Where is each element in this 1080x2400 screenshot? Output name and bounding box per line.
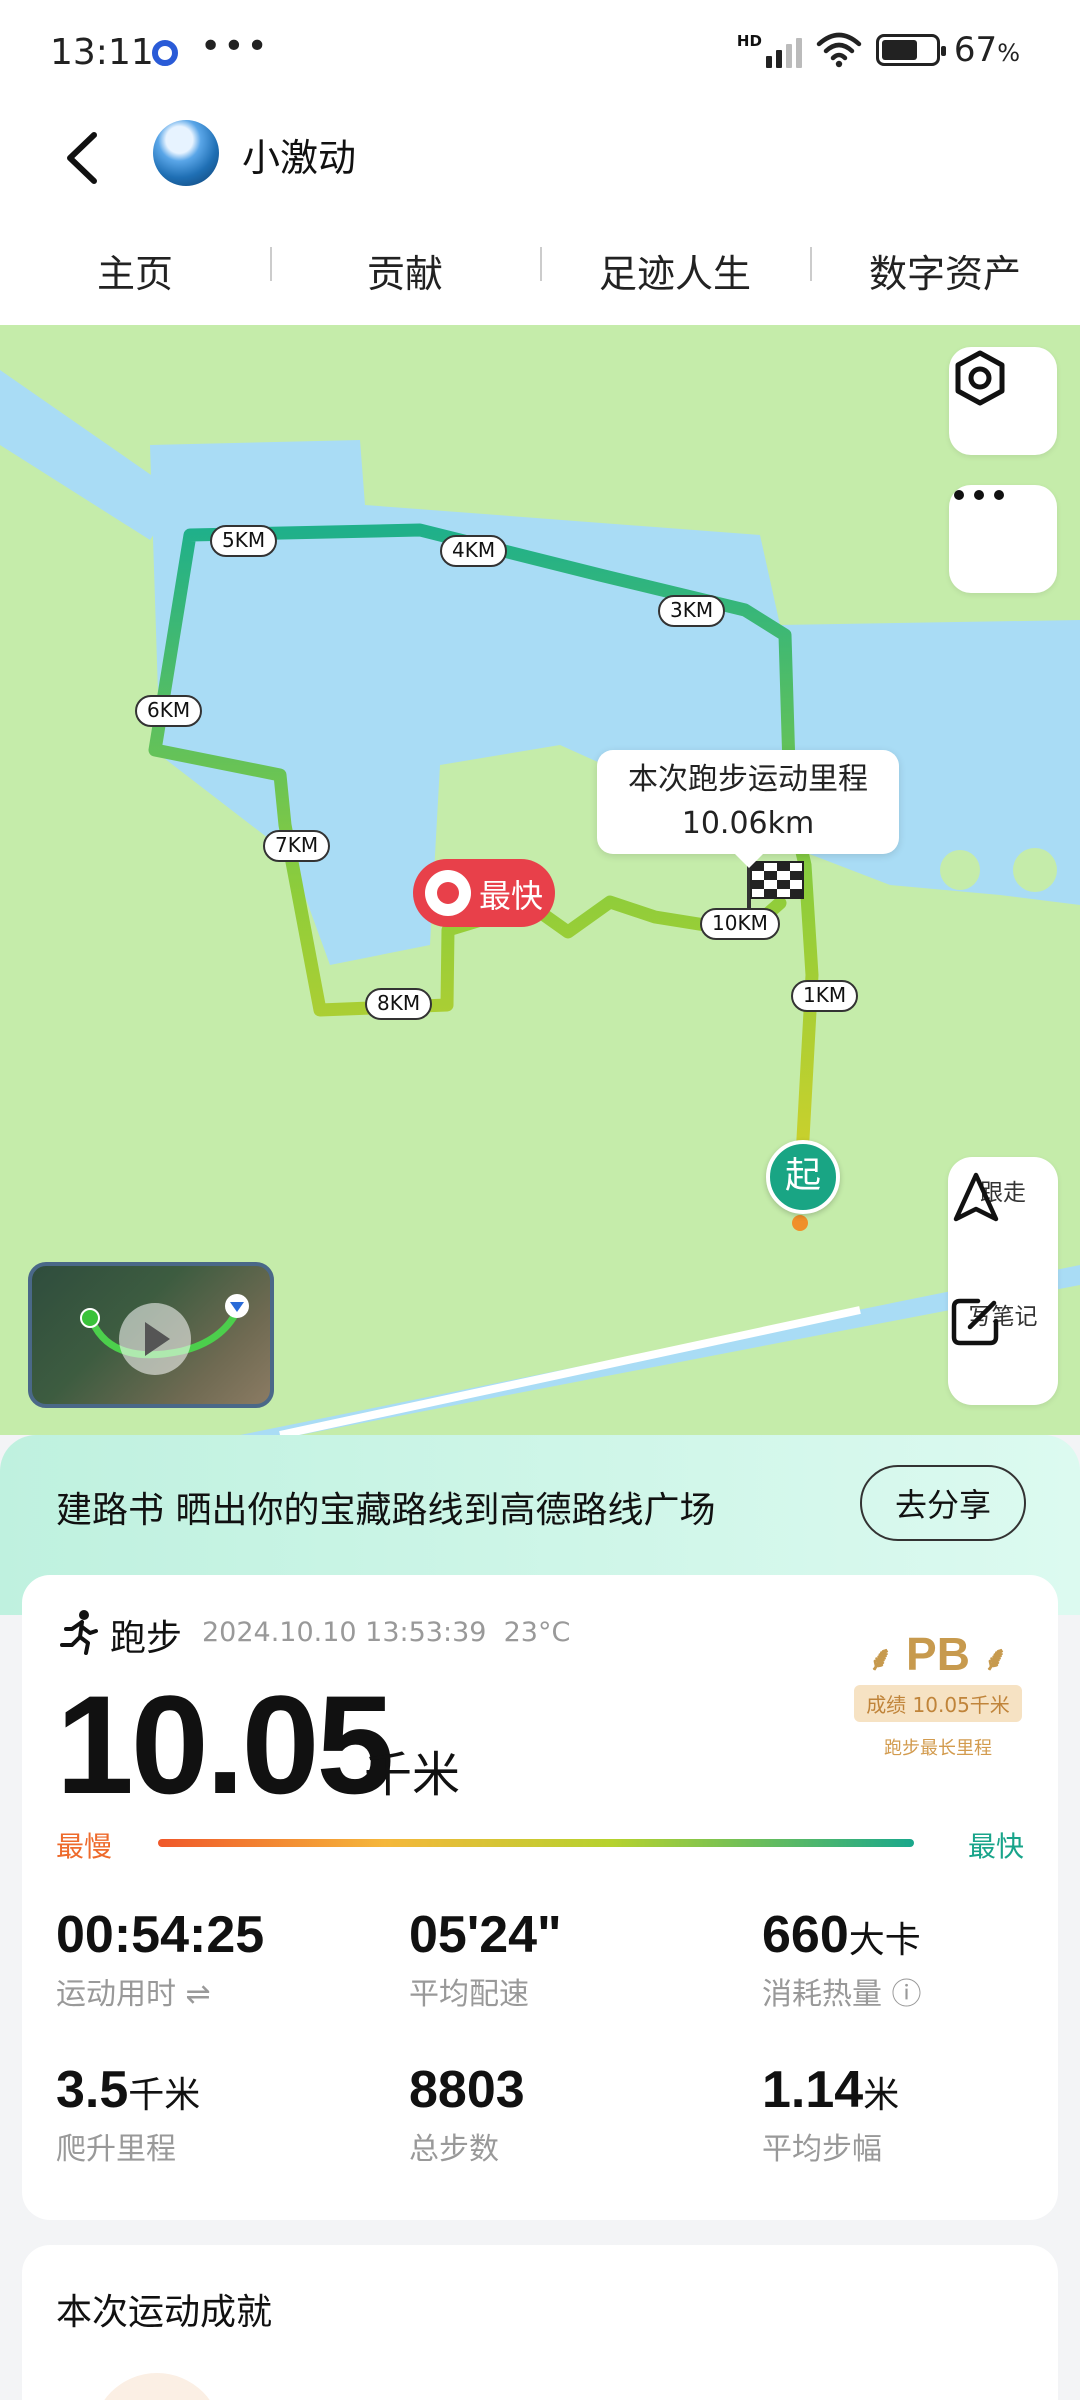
km-marker: 4KM [440, 535, 508, 567]
battery-unit: % [997, 39, 1020, 67]
battery-percent: 67% [954, 30, 1020, 70]
pb-subtitle: 跑步最长里程 [884, 1738, 992, 1759]
laurel-right-icon: ⸙ [982, 1640, 1009, 1678]
pond-water [1013, 848, 1057, 892]
status-icons: HD 67% [737, 30, 1020, 70]
activity-meta: 2024.10.10 13:53:39 23°C [202, 1617, 570, 1648]
km-marker: 1KM [791, 980, 859, 1012]
callout-title: 本次跑步运动里程 [628, 762, 868, 797]
running-icon [60, 1610, 98, 1655]
stat-value: 00:54:25 [56, 1906, 265, 1964]
stat-unit: 米 [863, 2075, 900, 2116]
fastest-badge-label: 最快 [479, 877, 544, 915]
pace-gradient-bar [158, 1839, 914, 1847]
start-dot [792, 1215, 808, 1231]
run-summary-card: 跑步 2024.10.10 13:53:39 23°C 10.05 千米 ⸙ P… [22, 1575, 1058, 2220]
distance-unit: 千米 [364, 1747, 461, 1803]
lake-water [150, 440, 1080, 965]
rocket-icon [425, 870, 471, 916]
more-options-button[interactable] [949, 485, 1057, 593]
stat-avg-pace: 05'24" 平均配速 [409, 1905, 709, 2013]
stat-climb: 3.5千米 爬升里程 [56, 2060, 356, 2168]
share-button[interactable]: 去分享 [860, 1465, 1026, 1541]
pb-record: 成绩 10.05千米 [854, 1685, 1022, 1722]
pace-legend: 最慢 最快 [56, 1825, 1024, 1865]
stat-label: 爬升里程 [56, 2132, 176, 2167]
achievements-card: 本次运动成就 [22, 2245, 1058, 2400]
status-bar: 13:11 ••• HD 67% [0, 0, 1080, 105]
map-action-panel: 跟走 写笔记 [948, 1157, 1058, 1405]
distance-callout: 本次跑步运动里程 10.06km [597, 750, 899, 868]
stat-label: 总步数 [409, 2132, 499, 2167]
stat-value: 05'24" [409, 1906, 562, 1964]
route-map[interactable]: 5KM 4KM 3KM 6KM 7KM 10KM 1KM 8KM 最快 本次跑步… [0, 325, 1080, 1435]
stat-steps: 8803 总步数 [409, 2060, 709, 2168]
fastest-label: 最快 [967, 1830, 1024, 1863]
edit-note-icon [951, 1298, 999, 1346]
stat-unit: 大卡 [848, 1920, 921, 1961]
achievements-title: 本次运动成就 [56, 2292, 273, 2333]
total-distance: 10.05 [56, 1666, 394, 1823]
pond-water [940, 850, 980, 890]
app-indicator-icon [152, 40, 178, 66]
back-button[interactable] [52, 123, 122, 193]
route-playback-thumbnail[interactable] [28, 1262, 274, 1408]
activity-datetime: 2024.10.10 13:53:39 [202, 1617, 487, 1648]
pb-text: PB [906, 1628, 970, 1680]
battery-icon [875, 34, 946, 66]
slowest-label: 最慢 [56, 1830, 113, 1863]
km-marker: 3KM [658, 595, 726, 627]
km-marker: 8KM [365, 988, 433, 1020]
chevron-left-icon [67, 132, 97, 184]
navigate-arrow-icon [953, 1172, 999, 1222]
stat-value: 1.14 [762, 2061, 864, 2119]
activity-temperature: 23°C [503, 1617, 571, 1648]
stat-label: 运动用时 ⇌ [56, 1977, 211, 2012]
battery-value: 67 [953, 30, 998, 70]
km-marker: 5KM [210, 525, 278, 557]
start-pin: 起 [766, 1140, 840, 1214]
km-marker: 6KM [135, 695, 203, 727]
pb-title: ⸙ PB ⸙ [848, 1627, 1028, 1681]
avatar[interactable] [153, 120, 219, 186]
network-type-label: HD [736, 32, 762, 50]
stat-stride: 1.14米 平均步幅 [762, 2060, 1062, 2168]
road [279, 1306, 861, 1435]
profile-header: 小激动 [0, 105, 1080, 215]
profile-name: 小激动 [242, 136, 357, 180]
km-marker: 7KM [263, 830, 331, 862]
stat-unit: 千米 [128, 2075, 201, 2116]
settings-button[interactable] [949, 347, 1057, 455]
stat-duration[interactable]: 00:54:25 运动用时 ⇌ [56, 1905, 356, 2013]
stat-value: 8803 [409, 2061, 525, 2119]
km-marker: 10KM [700, 908, 780, 940]
stat-value: 3.5 [56, 2061, 129, 2119]
more-dots-icon: ••• [200, 26, 270, 67]
tab-bar: 主页 贡献 足迹人生 数字资产 [0, 215, 1080, 325]
achievement-medal-icon[interactable] [92, 2373, 222, 2400]
activity-type: 跑步 [110, 1618, 183, 1659]
tab-contribution[interactable]: 贡献 [270, 243, 540, 298]
tab-digital-assets[interactable]: 数字资产 [810, 243, 1080, 298]
status-time: 13:11 [50, 32, 154, 73]
hexagon-settings-icon [955, 350, 1005, 406]
wifi-icon [816, 32, 862, 68]
promo-text: 建路书 晒出你的宝藏路线到高德路线广场 [56, 1490, 716, 1531]
laurel-left-icon: ⸙ [867, 1640, 894, 1678]
callout-distance: 10.06km [681, 806, 815, 841]
tab-footprint[interactable]: 足迹人生 [540, 243, 810, 298]
personal-best-badge[interactable]: ⸙ PB ⸙ 成绩 10.05千米 跑步最长里程 [848, 1627, 1028, 1760]
tab-home[interactable]: 主页 [0, 243, 270, 298]
stat-label: 消耗热量 ⓘ [762, 1977, 922, 2012]
more-dots-icon [954, 490, 1004, 500]
follow-button[interactable]: 跟走 [948, 1169, 1058, 1222]
stat-label: 平均配速 [409, 1977, 529, 2012]
write-note-button[interactable]: 写笔记 [948, 1293, 1058, 1346]
stat-label: 平均步幅 [762, 2132, 882, 2167]
stat-value: 660 [762, 1906, 849, 1964]
playback-preview [80, 1294, 249, 1375]
fastest-segment-badge[interactable]: 最快 [413, 859, 555, 927]
stat-calories[interactable]: 660大卡 消耗热量 ⓘ [762, 1905, 1062, 2013]
signal-icon [765, 32, 802, 68]
